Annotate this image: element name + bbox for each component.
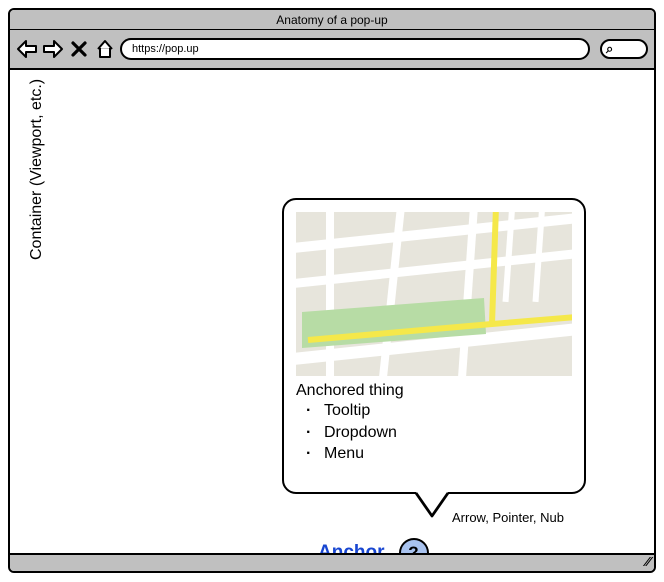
back-icon[interactable]: [16, 38, 38, 60]
search-button[interactable]: ⌕: [600, 39, 648, 59]
browser-toolbar: https://pop.up ⌕: [10, 30, 654, 70]
map-image: [296, 212, 572, 376]
popup-card: Anchored thing Tooltip Dropdown Menu: [282, 198, 586, 494]
home-icon[interactable]: [94, 38, 116, 60]
list-item: Tooltip: [324, 400, 572, 422]
url-input[interactable]: https://pop.up: [120, 38, 590, 60]
url-text: https://pop.up: [132, 40, 199, 58]
popup-title: Anchored thing: [296, 382, 572, 400]
container-label: Container (Viewport, etc.): [28, 79, 46, 260]
arrow-label: Arrow, Pointer, Nub: [452, 510, 564, 525]
search-icon: ⌕: [606, 41, 613, 57]
list-item: Menu: [324, 443, 572, 465]
forward-icon[interactable]: [42, 38, 64, 60]
stop-icon[interactable]: [68, 38, 90, 60]
viewport: Container (Viewport, etc.): [10, 70, 654, 550]
list-item: Dropdown: [324, 422, 572, 444]
browser-window: Anatomy of a pop-up https://pop.up ⌕ Con…: [8, 8, 656, 573]
popup-list: Tooltip Dropdown Menu: [296, 400, 572, 465]
status-bar: ⁄⁄: [10, 553, 654, 571]
resize-grip-icon[interactable]: ⁄⁄: [646, 554, 650, 569]
window-title-bar: Anatomy of a pop-up: [10, 10, 654, 30]
window-title: Anatomy of a pop-up: [276, 13, 387, 27]
